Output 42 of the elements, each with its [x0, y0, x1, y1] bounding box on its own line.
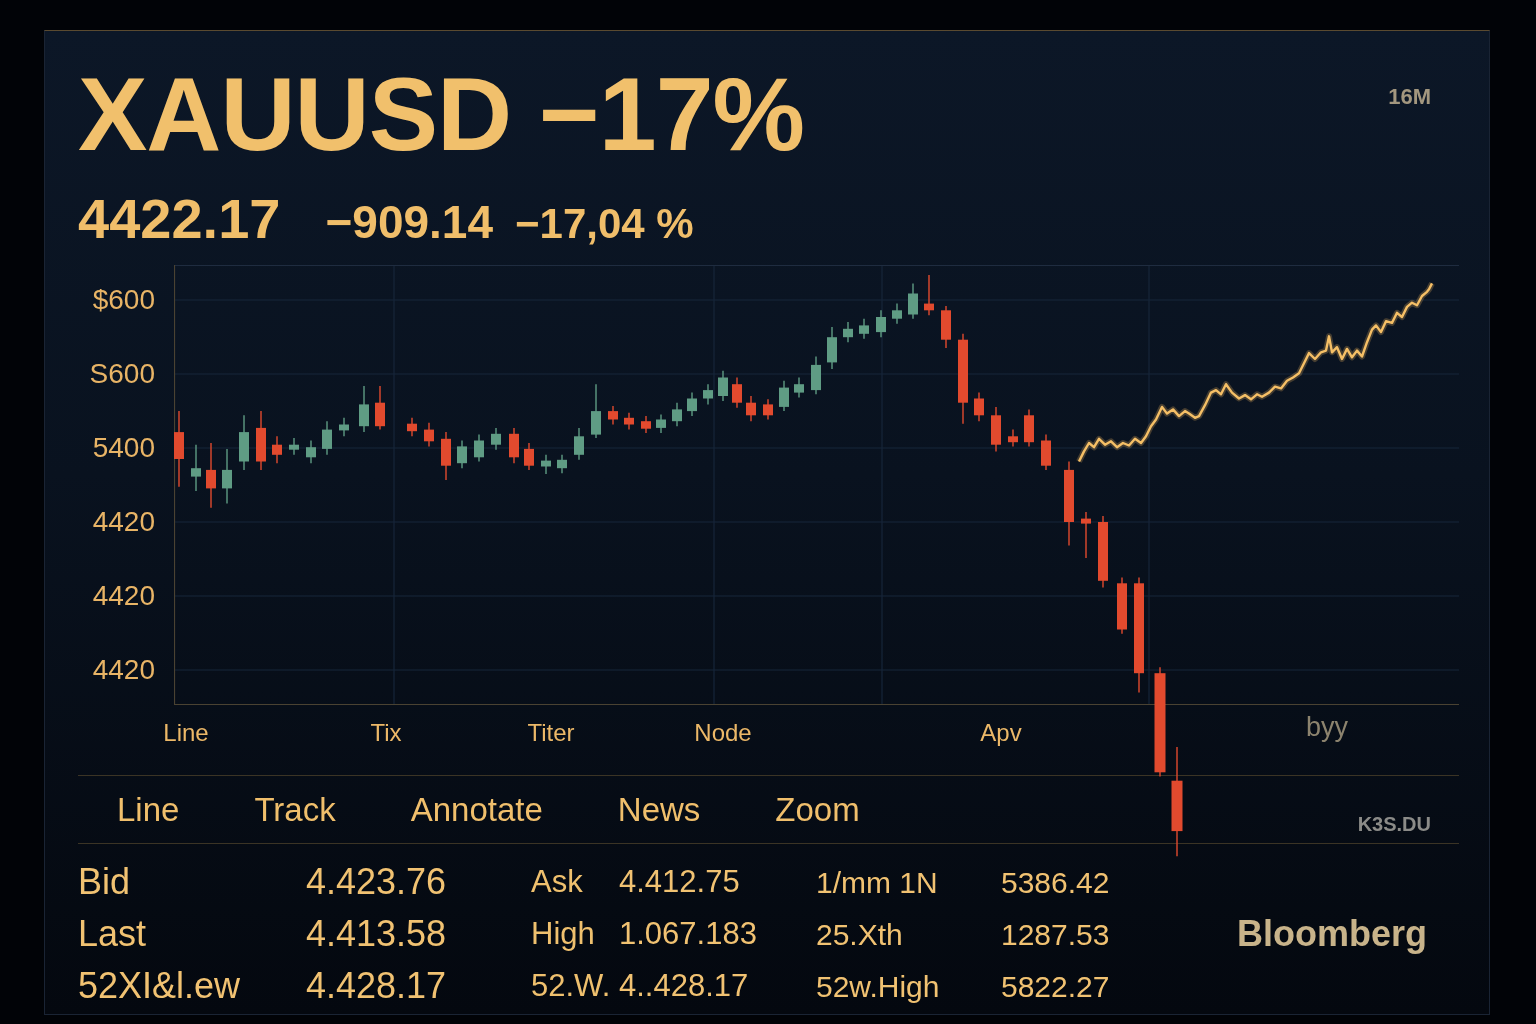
- toolbar-button[interactable]: Track: [254, 790, 336, 829]
- axis-label: 5400: [92, 432, 155, 464]
- change-value: −909.14: [325, 199, 493, 245]
- axis-label: 4420: [92, 580, 155, 612]
- field-label: Bid: [78, 862, 132, 902]
- change-percent: −17,04 %: [515, 203, 694, 245]
- corner-label: 16M: [1388, 84, 1431, 110]
- axis-label: Apv: [980, 719, 1022, 747]
- brand-name: Bloomberg: [1237, 913, 1427, 955]
- field-label: 52XI&l.ew: [78, 966, 242, 1006]
- field-label: 1/mm 1N: [816, 865, 939, 899]
- field-value: 4.423.76: [306, 862, 448, 902]
- price-value: 4422.17: [78, 191, 281, 247]
- toolbar-button[interactable]: Annotate: [410, 790, 543, 829]
- field-value: 5386.42: [1001, 865, 1111, 899]
- code-label: K3S.DU: [1357, 813, 1431, 836]
- axis-label: byy: [1306, 713, 1348, 741]
- field-label: High: [531, 916, 596, 952]
- field-value: 1287.53: [1001, 917, 1111, 951]
- field-label: 52.W.: [531, 968, 612, 1004]
- toolbar-button[interactable]: Zoom: [775, 790, 860, 829]
- field-label: Last: [78, 914, 148, 954]
- axis-label: 4420: [92, 506, 155, 538]
- field-value: 4.428.17: [306, 966, 448, 1006]
- axis-label: Node: [694, 719, 752, 747]
- field-label: 52w.High: [816, 969, 941, 1003]
- field-value: 5822.27: [1001, 969, 1111, 1003]
- axis-label: Tix: [370, 719, 402, 747]
- axis-label: Line: [163, 719, 209, 747]
- toolbar-button[interactable]: News: [617, 790, 701, 829]
- ticker-title: XAUUSD −17%: [78, 62, 804, 166]
- toolbar-button[interactable]: Line: [117, 790, 180, 829]
- field-value: 4.413.58: [306, 914, 448, 954]
- field-label: 25.Xth: [816, 917, 904, 951]
- field-label: Ask: [531, 864, 584, 900]
- axis-label: 4420: [92, 654, 155, 686]
- field-value: 1.067.183: [619, 916, 758, 952]
- field-value: 4..428.17: [619, 968, 750, 1004]
- axis-label: $600: [92, 284, 155, 316]
- axis-label: Titer: [527, 719, 575, 747]
- field-value: 4.412.75: [619, 864, 741, 900]
- axis-label: S600: [89, 358, 155, 390]
